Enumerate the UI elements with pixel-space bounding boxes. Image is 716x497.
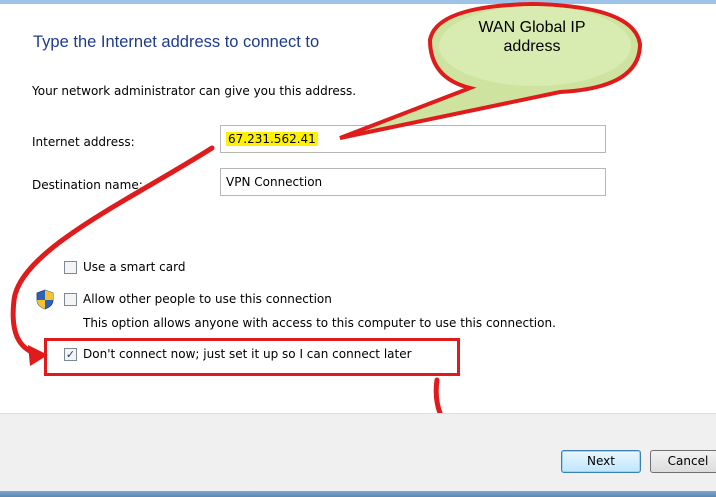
- allow-others-note: This option allows anyone with access to…: [83, 316, 556, 330]
- connect-later-checkbox[interactable]: ✓: [64, 348, 77, 361]
- smart-card-checkbox[interactable]: [64, 261, 77, 274]
- smart-card-label: Use a smart card: [83, 260, 186, 274]
- page-title: Type the Internet address to connect to: [33, 33, 320, 51]
- cancel-button[interactable]: Cancel: [650, 450, 716, 473]
- internet-address-field[interactable]: 67.231.562.41: [220, 125, 606, 153]
- destination-name-field[interactable]: VPN Connection: [220, 168, 606, 196]
- callout-text: WAN Global IP address: [462, 18, 602, 56]
- uac-shield-icon: [36, 289, 54, 310]
- connect-later-label: Don't connect now; just set it up so I c…: [83, 347, 412, 361]
- callout-line-2: address: [503, 38, 561, 55]
- next-button[interactable]: Next: [561, 450, 641, 473]
- internet-address-value: 67.231.562.41: [226, 132, 318, 146]
- callout-line-1: WAN Global IP: [478, 19, 586, 36]
- instruction-text: Your network administrator can give you …: [32, 84, 357, 98]
- allow-others-label: Allow other people to use this connectio…: [83, 292, 332, 306]
- taskbar-edge: [0, 491, 716, 497]
- allow-others-checkbox[interactable]: [64, 293, 77, 306]
- internet-address-label: Internet address:: [32, 135, 135, 149]
- window-top-border: [0, 0, 716, 4]
- destination-name-label: Destination name:: [32, 178, 143, 192]
- destination-name-value: VPN Connection: [226, 175, 323, 189]
